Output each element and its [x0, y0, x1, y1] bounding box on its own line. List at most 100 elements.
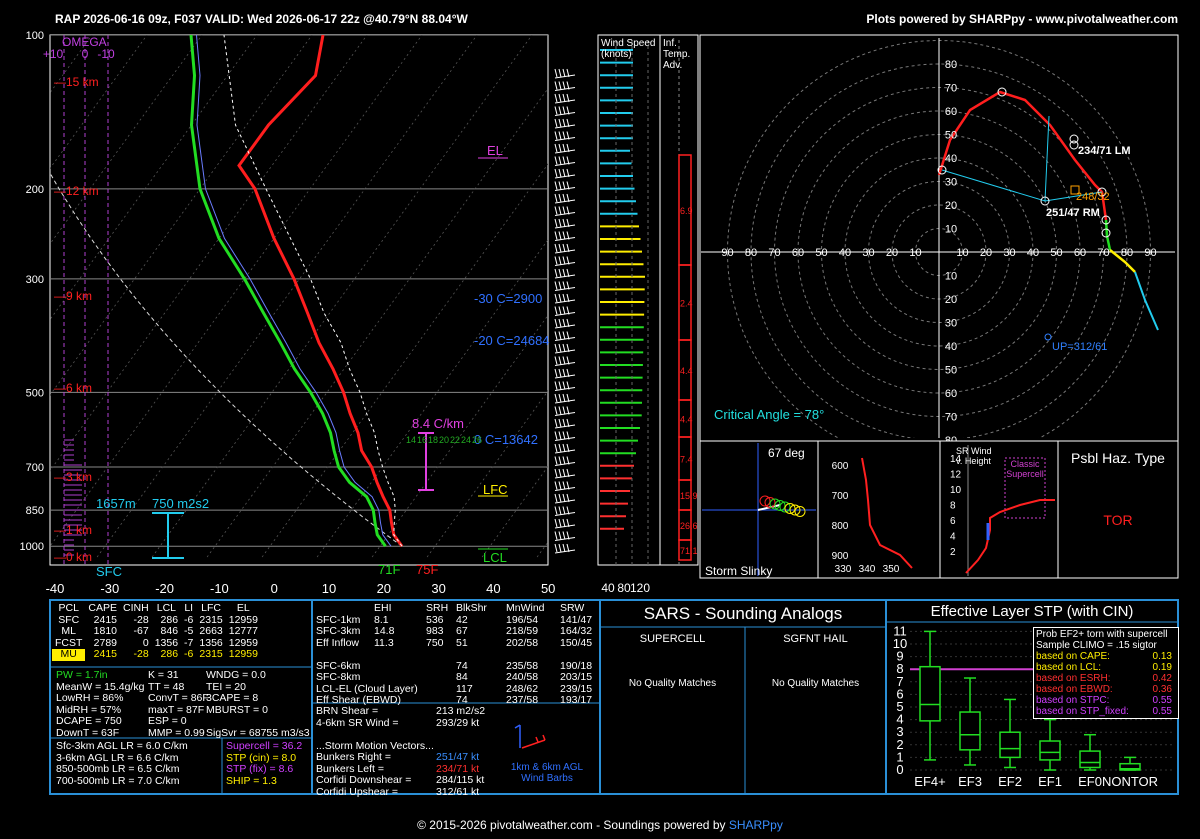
- stp-legend-row: based on STP_fixed: 0.55: [1036, 706, 1176, 717]
- adv-label: 15.9: [680, 491, 698, 501]
- barb-flag: [562, 106, 566, 115]
- barb-flag: [562, 318, 566, 328]
- adv-label: 26.6: [680, 521, 698, 531]
- ring-label: 90: [721, 247, 733, 259]
- lapse-label: 8.4 C/km: [412, 416, 464, 431]
- motion-label: 4-6km SR Wind =: [316, 716, 399, 729]
- barb-flag: [554, 243, 558, 253]
- kin-value: 164/32: [560, 625, 593, 637]
- wind-barbs: [554, 68, 576, 554]
- wetbulb-tick: 14: [406, 435, 416, 445]
- height-label: —1 km: [54, 523, 92, 537]
- kin-value: MnWind: [506, 602, 545, 614]
- parcel-cell: -67: [133, 625, 149, 637]
- lfc-label: LFC: [483, 482, 508, 497]
- srwind-tick: 6: [950, 516, 956, 527]
- sars-title: SARS - Sounding Analogs: [643, 604, 843, 623]
- barb-flag: [558, 356, 562, 365]
- ring-label: 20: [945, 294, 957, 306]
- composite-params: Supercell = 36.2 STP (cin) = 8.0 STP (fix)…: [226, 740, 302, 787]
- ring-label: 20: [945, 200, 957, 212]
- ring-label: 10: [909, 247, 921, 259]
- wetbulb-tick: 26: [472, 435, 482, 445]
- speed-tick: 40: [601, 581, 615, 595]
- ring-label: 60: [792, 247, 804, 259]
- kin-value: BlkShr: [456, 602, 487, 614]
- sharppy-link[interactable]: SHARPpy: [729, 818, 783, 832]
- barb-flag: [562, 131, 566, 140]
- stp-legend-value: 0.36: [1152, 684, 1172, 695]
- stp-category: EF4+: [914, 774, 945, 789]
- theta-p-tick: 800: [832, 521, 849, 532]
- temp-tick: 0: [271, 581, 278, 596]
- barb-flag: [554, 156, 558, 165]
- misc-value: MBURST = 0: [206, 703, 268, 716]
- temp-tick: 20: [377, 581, 391, 596]
- barb-flag: [558, 168, 562, 178]
- barb-flag: [558, 343, 562, 353]
- barb-flag: [554, 93, 558, 103]
- misc-value: MMP = 0.99: [148, 726, 205, 739]
- barb-flag: [558, 206, 562, 215]
- barb-flag: [558, 118, 562, 128]
- barb-flag: [562, 181, 566, 190]
- stp-legend-row: based on CAPE: 0.13: [1036, 651, 1176, 662]
- barb-flag: [554, 543, 558, 553]
- misc-value: 3CAPE = 8: [206, 692, 259, 704]
- barb-flag: [558, 281, 562, 290]
- barb-flag: [554, 456, 558, 465]
- barb-flag: [554, 493, 558, 503]
- ring-label: 10: [945, 271, 957, 283]
- barb-flag: [558, 431, 562, 440]
- kin-value: EHI: [374, 602, 392, 614]
- barb-flag: [554, 281, 558, 290]
- barb-6km: [521, 739, 546, 749]
- barb-flag: [562, 218, 566, 228]
- barb-flag: [558, 256, 562, 265]
- barb-caption: 1km & 6km AGL Wind Barbs: [510, 762, 584, 784]
- rm-label: 251/47 RM: [1046, 207, 1100, 219]
- pressure-tick: 300: [26, 274, 44, 286]
- pressure-tick: 500: [26, 387, 44, 399]
- barb-flag: [554, 481, 558, 490]
- barb-flag: [558, 218, 562, 228]
- barb-flag: [562, 281, 566, 290]
- stp-category: EF2: [998, 774, 1022, 789]
- barb-flag: [554, 81, 558, 90]
- barb-flag: [554, 206, 558, 215]
- misc-value: ConvT = 86F: [148, 692, 209, 704]
- temp-tick: -40: [46, 581, 65, 596]
- wetbulb-tick: 22: [450, 435, 460, 445]
- motion-row: [316, 729, 434, 741]
- height-label: —6 km: [54, 381, 92, 395]
- misc-value: K = 31: [148, 669, 179, 681]
- barb-flag: [554, 506, 558, 515]
- ring-label: 70: [945, 83, 957, 95]
- adv-label: 7.4: [680, 455, 693, 465]
- barb-flag: [554, 106, 558, 115]
- lapse-row: 700-500mb LR = 7.0 C/km: [56, 774, 180, 787]
- barb-flag: [562, 506, 566, 515]
- barb-flag: [562, 468, 566, 478]
- stp-title: Effective Layer STP (with CIN): [930, 603, 1134, 620]
- parcel-row: ML 1810 -67 846 -5 2663 12777: [52, 625, 261, 638]
- wetbulb-tick: 20: [439, 435, 449, 445]
- srwind-title: SR Wind v. Height: [956, 446, 992, 466]
- theta-panel: 600 700 800 900 330 340 350: [817, 440, 941, 579]
- barb-6km-flag2: [535, 736, 539, 743]
- theta-p-tick: 900: [832, 551, 849, 562]
- ring-label: 30: [945, 318, 957, 330]
- barb-flag: [554, 418, 558, 428]
- ring-label: 40: [945, 341, 957, 353]
- barb-flag: [558, 418, 562, 428]
- parcel-cell: 12959: [228, 648, 258, 660]
- critical-angle: Critical Angle = 78°: [714, 407, 825, 422]
- ring-label: 60: [945, 388, 957, 400]
- misc-value: SigSvr = 68755 m3/s3: [206, 726, 310, 739]
- srwind-tick: 2: [950, 547, 956, 558]
- temp-tick: -30: [100, 581, 119, 596]
- barb-flag: [558, 393, 562, 403]
- barb-flag: [554, 118, 558, 128]
- barb-flag: [558, 93, 562, 103]
- ring-label: 50: [1050, 247, 1062, 259]
